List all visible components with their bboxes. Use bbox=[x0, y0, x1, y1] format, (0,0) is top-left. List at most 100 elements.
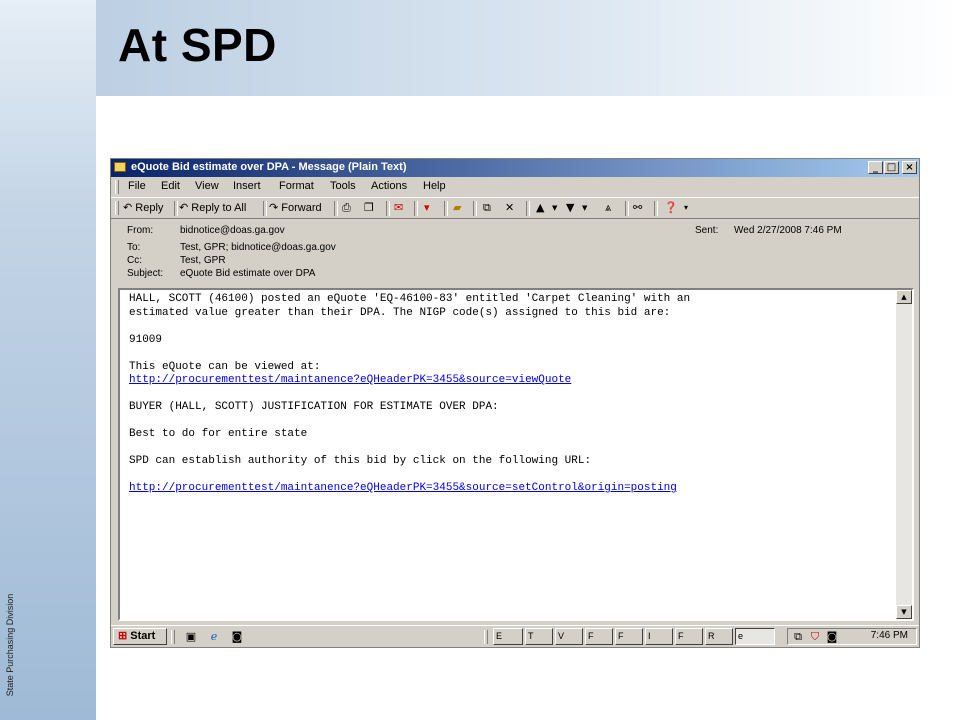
print-icon: ⎙ bbox=[342, 201, 351, 215]
cc-label: Cc: bbox=[127, 255, 142, 266]
address-book-button[interactable]: ⩓ bbox=[605, 201, 611, 216]
menu-format[interactable]: Format bbox=[279, 180, 314, 192]
outlook-icon[interactable]: ◙ bbox=[230, 630, 244, 643]
outlook-message-window: eQuote Bid estimate over DPA - Message (… bbox=[110, 158, 920, 648]
start-button[interactable]: ⊞ Start bbox=[113, 628, 167, 645]
taskbar-button[interactable]: F bbox=[615, 628, 643, 645]
toolbar-options[interactable]: ▾ bbox=[684, 201, 688, 216]
cc-value[interactable]: Test, GPR bbox=[180, 255, 226, 266]
menu-tools[interactable]: Tools bbox=[330, 180, 356, 192]
open-folder-icon: ▰ bbox=[453, 201, 462, 215]
forward-label: Forward bbox=[281, 202, 322, 214]
set-control-link[interactable]: http://procurementtest/maintanence?eQHea… bbox=[129, 482, 677, 494]
delete-button[interactable]: ✕ bbox=[505, 201, 514, 216]
toolbar-separator bbox=[263, 201, 267, 216]
to-value[interactable]: Test, GPR; bidnotice@doas.ga.gov bbox=[180, 242, 336, 253]
reply-all-icon: ↶ bbox=[179, 201, 189, 215]
taskbar-grip bbox=[484, 630, 488, 644]
reply-button[interactable]: ↶ Reply bbox=[123, 201, 163, 216]
forward-icon: ↷ bbox=[269, 201, 279, 215]
taskbar-button-active[interactable]: e bbox=[735, 628, 775, 645]
taskbar-grip bbox=[171, 630, 175, 644]
menu-actions[interactable]: Actions bbox=[371, 180, 407, 192]
folder-button[interactable]: ▰ bbox=[453, 201, 461, 216]
find-contact-button[interactable]: ⚯ bbox=[633, 201, 642, 216]
minimize-button[interactable]: _ bbox=[868, 161, 883, 174]
windows-logo-icon: ⊞ bbox=[118, 630, 128, 642]
menu-view[interactable]: View bbox=[195, 180, 219, 192]
menu-insert[interactable]: Insert bbox=[233, 180, 261, 192]
system-tray: ⧉ ⛉ ◙ 7:46 PM bbox=[787, 628, 917, 645]
next-item-button[interactable]: ▼ bbox=[566, 201, 574, 216]
toolbar-separator bbox=[414, 201, 418, 216]
message-body[interactable]: HALL, SCOTT (46100) posted an eQuote 'EQ… bbox=[129, 293, 899, 496]
dropdown-arrow-icon: ▼ bbox=[582, 204, 588, 213]
menubar-grip[interactable] bbox=[115, 180, 119, 194]
menu-bar: File Edit View Insert Format Tools Actio… bbox=[111, 178, 919, 196]
taskbar-button[interactable]: T bbox=[525, 628, 553, 645]
flag-button[interactable]: ▾ bbox=[424, 201, 430, 216]
forward-button[interactable]: ↷ Forward bbox=[269, 201, 322, 216]
flag-icon: ▾ bbox=[424, 201, 430, 215]
shield-icon[interactable]: ⛉ bbox=[808, 630, 822, 643]
dropdown-arrow-icon: ▼ bbox=[552, 204, 558, 213]
down-arrow-icon: ▼ bbox=[566, 201, 575, 215]
taskbar-button[interactable]: F bbox=[675, 628, 703, 645]
next-dropdown[interactable]: ▼ bbox=[582, 201, 587, 216]
address-book-icon: ⩓ bbox=[605, 201, 612, 215]
toolbar-separator bbox=[444, 201, 448, 216]
side-label: State Purchasing Division bbox=[5, 593, 15, 697]
copy-button[interactable]: ❐ bbox=[364, 201, 374, 216]
subject-label: Subject: bbox=[127, 268, 164, 279]
message-body-pane[interactable]: HALL, SCOTT (46100) posted an eQuote 'EQ… bbox=[118, 288, 914, 621]
internet-explorer-icon[interactable]: ℯ bbox=[207, 630, 221, 643]
print-button[interactable]: ⎙ bbox=[342, 201, 351, 216]
help-icon: ❓ bbox=[664, 201, 678, 215]
standard-toolbar: ↶ Reply ↶ Reply to All ↷ Forward ⎙ ❐ ✉ ▾… bbox=[111, 197, 919, 219]
network-icon[interactable]: ⧉ bbox=[791, 630, 805, 643]
body-line: estimated value greater than their DPA. … bbox=[129, 306, 671, 319]
window-titlebar[interactable]: eQuote Bid estimate over DPA - Message (… bbox=[111, 159, 919, 177]
menu-help[interactable]: Help bbox=[423, 180, 446, 192]
view-quote-link[interactable]: http://procurementtest/maintanence?eQHea… bbox=[129, 374, 571, 386]
up-arrow-icon: ▲ bbox=[536, 201, 545, 215]
from-value[interactable]: bidnotice@doas.ga.gov bbox=[180, 225, 285, 236]
menu-edit[interactable]: Edit bbox=[161, 180, 180, 192]
previous-dropdown[interactable]: ▼ bbox=[552, 201, 557, 216]
scroll-up-button[interactable]: ▲ bbox=[896, 290, 912, 304]
nigp-code: 91009 bbox=[129, 333, 163, 346]
help-button[interactable]: ❓ bbox=[664, 201, 678, 216]
taskbar-button[interactable]: E bbox=[493, 628, 523, 645]
toolbar-separator bbox=[654, 201, 658, 216]
body-line: Best to do for entire state bbox=[129, 428, 308, 440]
desktop-icon[interactable]: ▣ bbox=[184, 630, 198, 643]
body-line: BUYER (HALL, SCOTT) JUSTIFICATION FOR ES… bbox=[129, 401, 499, 413]
start-label: Start bbox=[130, 630, 156, 642]
close-button[interactable]: × bbox=[902, 161, 917, 174]
copy-icon: ❐ bbox=[364, 201, 374, 215]
taskbar-button[interactable]: F bbox=[585, 628, 613, 645]
scroll-down-button[interactable]: ▼ bbox=[896, 605, 912, 619]
sent-value: Wed 2/27/2008 7:46 PM bbox=[734, 225, 842, 236]
toolbar-separator bbox=[473, 201, 477, 216]
move-button[interactable]: ⧉ bbox=[483, 201, 491, 216]
previous-item-button[interactable]: ▲ bbox=[536, 201, 544, 216]
chevron-down-icon: ▾ bbox=[684, 203, 689, 213]
sent-label: Sent: bbox=[695, 225, 719, 236]
toolbar-grip[interactable] bbox=[115, 201, 119, 215]
taskbar-button[interactable]: V bbox=[555, 628, 583, 645]
vertical-scrollbar[interactable]: ▲ ▼ bbox=[896, 290, 912, 619]
maximize-button[interactable]: □ bbox=[884, 161, 899, 174]
menu-file[interactable]: File bbox=[128, 180, 146, 192]
security-icon[interactable]: ◙ bbox=[825, 630, 839, 643]
move-to-folder-button[interactable]: ✉ bbox=[394, 201, 403, 216]
taskbar-button[interactable]: R bbox=[705, 628, 733, 645]
message-header: From: bidnotice@doas.ga.gov Sent: Wed 2/… bbox=[111, 220, 919, 286]
taskbar-clock[interactable]: 7:46 PM bbox=[871, 630, 908, 641]
from-label: From: bbox=[127, 225, 154, 236]
reply-all-label: Reply to All bbox=[191, 202, 247, 214]
reply-label: Reply bbox=[135, 202, 164, 214]
slide-title: At SPD bbox=[118, 19, 277, 71]
taskbar-button[interactable]: I bbox=[645, 628, 673, 645]
reply-all-button[interactable]: ↶ Reply to All bbox=[179, 201, 246, 216]
